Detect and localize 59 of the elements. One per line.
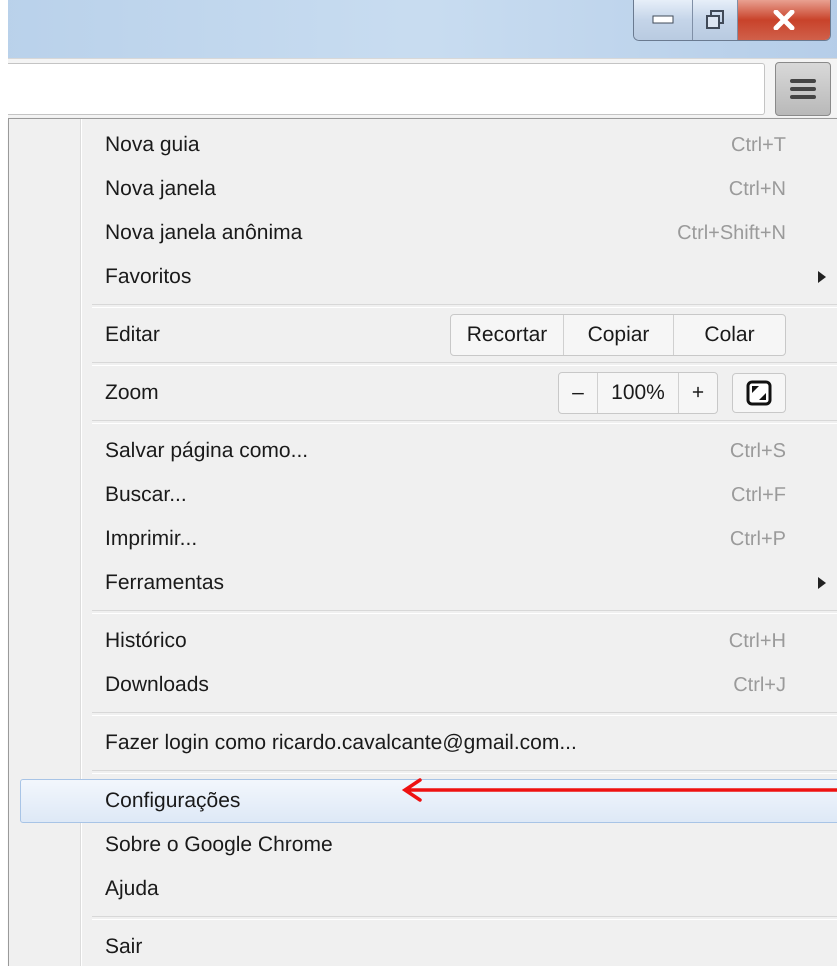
zoom-level: 100% — [597, 373, 679, 413]
menu-item[interactable]: Ajuda — [20, 867, 837, 911]
menu-item[interactable]: Salvar página como... Ctrl+S — [20, 429, 837, 473]
menu-item[interactable]: Fazer login como ricardo.cavalcante@gmail.com... — [20, 721, 837, 765]
menu-item-label: Favoritos — [105, 265, 192, 289]
zoom-in-button[interactable]: + — [679, 373, 717, 413]
close-icon — [772, 10, 796, 30]
menu-item-label: Nova guia — [105, 133, 200, 157]
menu-item[interactable]: Configurações — [20, 779, 837, 823]
menu-item[interactable]: Buscar... Ctrl+F — [20, 473, 837, 517]
menu-item[interactable]: Sobre o Google Chrome — [20, 823, 837, 867]
submenu-arrow-icon — [818, 577, 826, 589]
menu-item[interactable]: Favoritos — [20, 255, 837, 299]
restore-button[interactable] — [692, 0, 737, 40]
edit-button[interactable]: Recortar — [451, 315, 563, 355]
menu-item[interactable]: Nova guia Ctrl+T — [20, 123, 837, 167]
menu-item-label: Ferramentas — [105, 571, 224, 595]
menu-item-label: Nova janela — [105, 177, 216, 201]
zoom-out-button[interactable]: – — [559, 373, 597, 413]
menu-item[interactable]: Nova janela anônima Ctrl+Shift+N — [20, 211, 837, 255]
edit-button[interactable]: Colar — [673, 315, 785, 355]
shortcut-text: Ctrl+F — [731, 484, 786, 506]
menu-item-label: Configurações — [105, 789, 240, 813]
menu-item-label: Editar — [105, 323, 160, 347]
shortcut-text: Ctrl+H — [728, 630, 786, 652]
minimize-button[interactable] — [634, 0, 692, 40]
shortcut-text: Ctrl+S — [730, 440, 786, 462]
menu-item-label: Nova janela anônima — [105, 221, 302, 245]
shortcut-text: Ctrl+Shift+N — [677, 222, 786, 244]
menu-item[interactable]: Nova janela Ctrl+N — [20, 167, 837, 211]
menu-item[interactable]: Downloads Ctrl+J — [20, 663, 837, 707]
menu-item-label: Salvar página como... — [105, 439, 308, 463]
shortcut-text: Ctrl+T — [731, 134, 786, 156]
shortcut-text: Ctrl+P — [730, 528, 786, 550]
menu-item[interactable]: Ferramentas — [20, 561, 837, 605]
edit-button[interactable]: Copiar — [563, 315, 673, 355]
menu-item-label: Sobre o Google Chrome — [105, 833, 333, 857]
menu-item[interactable]: Imprimir... Ctrl+P — [20, 517, 837, 561]
menu-icon — [790, 78, 816, 100]
submenu-arrow-icon — [818, 271, 826, 283]
menu-item-label: Sair — [105, 935, 142, 959]
minimize-icon — [652, 15, 674, 25]
menu-item-label: Buscar... — [105, 483, 187, 507]
fullscreen-icon — [746, 380, 772, 406]
menu-item[interactable]: Histórico Ctrl+H — [20, 619, 837, 663]
address-field[interactable] — [8, 63, 765, 115]
menu-item-label: Ajuda — [105, 877, 159, 901]
shortcut-text: Ctrl+N — [728, 178, 786, 200]
shortcut-text: Ctrl+J — [733, 674, 786, 696]
close-button[interactable] — [737, 0, 830, 40]
restore-icon — [705, 10, 725, 30]
fullscreen-button[interactable] — [732, 373, 786, 413]
menu-item-label: Zoom — [105, 381, 159, 405]
menu-item-label: Downloads — [105, 673, 209, 697]
menu-item-label: Fazer login como ricardo.cavalcante@gmail.com... — [105, 731, 577, 755]
menu-item-label: Imprimir... — [105, 527, 198, 551]
menu-button[interactable] — [775, 62, 831, 116]
menu-item[interactable]: Sair — [20, 925, 837, 966]
menu-item-label: Histórico — [105, 629, 187, 653]
